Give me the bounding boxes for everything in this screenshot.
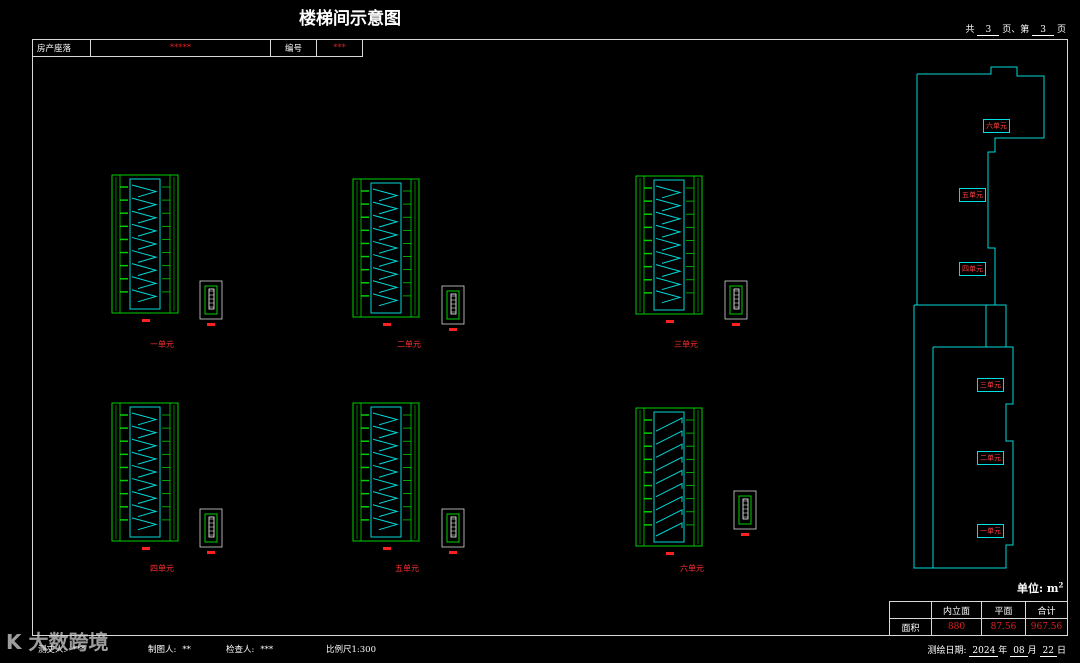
area-header-facade: 内立面 xyxy=(931,601,982,619)
unit-mark: 单位: m2 xyxy=(1017,580,1063,596)
stair-plan-1 xyxy=(111,174,179,322)
stair-plan-2 xyxy=(352,178,420,326)
unit-mark-sup: 2 xyxy=(1058,580,1064,590)
stair-plan-5 xyxy=(352,402,420,550)
area-header-plane: 平面 xyxy=(981,601,1026,619)
stair-plan-3 xyxy=(635,175,703,323)
unit-label-2: 二单元 xyxy=(397,340,421,349)
site-label-5: 五单元 xyxy=(959,188,986,202)
scale: 比例尺1:300 xyxy=(326,645,376,655)
area-header-blank xyxy=(889,601,932,619)
site-label-6: 六单元 xyxy=(983,119,1010,133)
stair-elevation-6 xyxy=(733,490,757,536)
date-year-suffix: 年 xyxy=(998,646,1008,656)
drafter-label: 制图人: xyxy=(148,645,177,655)
unit-label-3: 三单元 xyxy=(674,340,698,349)
unit-label-4: 四单元 xyxy=(150,564,174,573)
site-label-4: 四单元 xyxy=(959,262,986,276)
area-value-plane: 87.56 xyxy=(981,618,1026,636)
date-year: 2024 xyxy=(969,646,999,657)
stair-elevation-5 xyxy=(441,508,465,554)
stair-elevation-1 xyxy=(199,280,223,326)
survey-date: 测绘日期: 2024 年 08 月 22 日 xyxy=(927,643,1066,657)
site-label-2: 二单元 xyxy=(977,451,1004,465)
checker-label: 检查人: xyxy=(226,645,255,655)
date-month: 08 xyxy=(1010,646,1028,657)
area-value-facade: 880 xyxy=(931,618,982,636)
stair-plan-4 xyxy=(111,402,179,550)
date-day: 22 xyxy=(1039,646,1057,657)
area-table: 内立面 平面 合计 面积 880 87.56 967.56 xyxy=(889,601,1068,636)
area-header-total: 合计 xyxy=(1025,601,1068,619)
unit-mark-label: 单位: xyxy=(1017,582,1044,595)
area-row-label: 面积 xyxy=(889,618,932,636)
stair-plan-6 xyxy=(635,407,703,555)
unit-label-1: 一单元 xyxy=(150,340,174,349)
area-value-total: 967.56 xyxy=(1025,618,1068,636)
date-day-suffix: 日 xyxy=(1056,646,1066,656)
stair-elevation-4 xyxy=(199,508,223,554)
unit-label-5: 五单元 xyxy=(395,564,419,573)
watermark: K 大数跨境 xyxy=(6,630,109,654)
checker-value: *** xyxy=(260,645,274,655)
stair-elevation-2 xyxy=(441,285,465,331)
unit-mark-unit: m xyxy=(1046,582,1059,595)
stair-elevation-3 xyxy=(724,280,748,326)
site-label-1: 一单元 xyxy=(977,524,1004,538)
drafter: 制图人: ** xyxy=(148,643,191,655)
date-label: 测绘日期: xyxy=(927,646,967,656)
date-month-suffix: 月 xyxy=(1027,646,1037,656)
unit-label-6: 六单元 xyxy=(680,564,704,573)
checker: 检查人: *** xyxy=(226,643,273,655)
site-label-3: 三单元 xyxy=(977,378,1004,392)
drafter-value: ** xyxy=(182,645,191,655)
